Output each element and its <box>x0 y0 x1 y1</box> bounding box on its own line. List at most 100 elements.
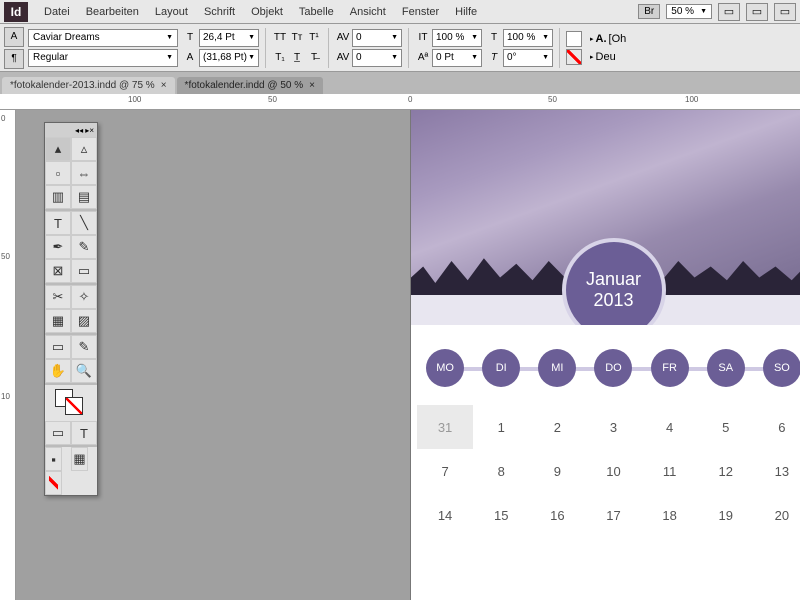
fill-stroke-swatches[interactable] <box>45 385 97 421</box>
baseline-field[interactable]: 0 Pt ▼ <box>432 49 482 67</box>
type-tool[interactable]: T <box>45 211 71 235</box>
scissors-tool[interactable]: ✂ <box>45 285 71 309</box>
strikethrough-icon[interactable]: T̶ <box>306 49 322 67</box>
format-text-icon[interactable]: T <box>71 421 97 445</box>
cal-cell: 15 <box>473 493 529 537</box>
stroke-color[interactable] <box>65 397 83 415</box>
stroke-swatch[interactable] <box>566 49 582 65</box>
ruler-mark: 10 <box>1 392 10 401</box>
font-family-select[interactable]: Caviar Dreams▼ <box>28 29 178 47</box>
tab-doc-2[interactable]: *fotokalender.indd @ 50 % × <box>177 77 323 94</box>
cal-cell: 6 <box>754 405 800 449</box>
calendar-grid: 31 1 2 3 4 5 6 7 8 9 10 11 12 13 14 15 1… <box>411 397 800 545</box>
menu-layout[interactable]: Layout <box>147 6 196 18</box>
leading-icon: A <box>182 49 198 67</box>
menu-schrift[interactable]: Schrift <box>196 6 243 18</box>
app-logo: Id <box>4 2 28 22</box>
photo-frame[interactable]: Januar 2013 <box>411 110 800 325</box>
rectangle-frame-tool[interactable]: ⊠ <box>45 259 71 283</box>
para-format-button[interactable]: ¶ <box>4 49 24 69</box>
control-bar: A ¶ Caviar Dreams▼ Regular▼ T 26,4 Pt▼ A… <box>0 24 800 72</box>
menu-bearbeiten[interactable]: Bearbeiten <box>78 6 147 18</box>
content-collector-tool[interactable]: ▥ <box>45 185 71 209</box>
allcaps-icon[interactable]: TT <box>272 29 288 47</box>
ruler-mark: 100 <box>128 95 141 104</box>
apply-none-icon[interactable] <box>45 471 62 495</box>
canvas[interactable]: ◂◂ ▸× ▴ ▵ ▫ ⇔ ▥ ▤ T ╲ ✒ ✎ ⊠ ▭ ✂ ✧ ▦ ▨ <box>16 110 800 600</box>
document-page[interactable]: Januar 2013 MO DI MI DO FR SA SO 31 1 2 … <box>411 110 800 600</box>
vscale-value: 100 % <box>436 32 464 43</box>
screen-mode-icon[interactable]: ▭ <box>746 3 768 21</box>
day-fr: FR <box>651 349 689 387</box>
line-tool[interactable]: ╲ <box>71 211 97 235</box>
charstyle-icon[interactable]: A. <box>596 33 607 45</box>
fill-swatch[interactable] <box>566 31 582 47</box>
gradient-tool[interactable]: ▦ <box>45 309 71 333</box>
pen-tool[interactable]: ✒ <box>45 235 71 259</box>
vscale-icon: IT <box>415 29 431 47</box>
zoom-tool[interactable]: 🔍 <box>71 359 97 383</box>
gap-tool[interactable]: ⇔ <box>71 161 97 185</box>
tab-doc-1[interactable]: *fotokalender-2013.indd @ 75 %× <box>2 77 175 94</box>
view-mode-icon[interactable]: ▭ <box>718 3 740 21</box>
subscript-icon[interactable]: T₁ <box>272 49 288 67</box>
leading-field[interactable]: (31,68 Pt)▼ <box>199 49 259 67</box>
tracking-field[interactable]: 0▼ <box>352 49 402 67</box>
menu-datei[interactable]: Datei <box>36 6 78 18</box>
vscale-field[interactable]: 100 %▼ <box>432 29 482 47</box>
apply-gradient-icon[interactable]: ▦ <box>71 447 88 471</box>
apply-color-icon[interactable]: ▪ <box>45 447 62 471</box>
arrange-icon[interactable]: ▭ <box>774 3 796 21</box>
ruler-horizontal[interactable]: 100 50 0 50 100 <box>0 94 800 110</box>
font-style-select[interactable]: Regular▼ <box>28 49 178 67</box>
selection-tool[interactable]: ▴ <box>45 137 71 161</box>
font-size-value: 26,4 Pt <box>203 32 235 43</box>
gradient-feather-tool[interactable]: ▨ <box>71 309 97 333</box>
cal-cell: 3 <box>585 405 641 449</box>
chevron-down-icon: ▼ <box>542 34 549 41</box>
free-transform-tool[interactable]: ✧ <box>71 285 97 309</box>
bridge-icon[interactable]: Br <box>638 4 660 19</box>
underline-icon[interactable]: T̲ <box>289 49 305 67</box>
char-format-button[interactable]: A <box>4 27 24 47</box>
menu-objekt[interactable]: Objekt <box>243 6 291 18</box>
format-container-icon[interactable]: ▭ <box>45 421 71 445</box>
chevron-down-icon: ▼ <box>391 34 398 41</box>
zoom-select[interactable]: 50 %▼ <box>666 4 712 19</box>
cal-cell: 1 <box>473 405 529 449</box>
page-tool[interactable]: ▫ <box>45 161 71 185</box>
hand-tool[interactable]: ✋ <box>45 359 71 383</box>
close-icon[interactable]: × <box>161 80 167 91</box>
rectangle-tool[interactable]: ▭ <box>71 259 97 283</box>
menu-hilfe[interactable]: Hilfe <box>447 6 485 18</box>
ruler-vertical[interactable]: 0 50 10 <box>0 110 16 600</box>
menu-ansicht[interactable]: Ansicht <box>342 6 394 18</box>
cal-cell: 9 <box>529 449 585 493</box>
tracking-value: 0 <box>356 52 362 63</box>
menu-fenster[interactable]: Fenster <box>394 6 447 18</box>
menu-tabelle[interactable]: Tabelle <box>291 6 342 18</box>
font-size-field[interactable]: 26,4 Pt▼ <box>199 29 259 47</box>
smallcaps-icon[interactable]: Tᴛ <box>289 29 305 47</box>
eyedropper-tool[interactable]: ✎ <box>71 335 97 359</box>
pencil-tool[interactable]: ✎ <box>71 235 97 259</box>
tracking-icon: AV <box>335 49 351 67</box>
kerning-value: 0 <box>356 32 362 43</box>
content-placer-tool[interactable]: ▤ <box>71 185 97 209</box>
note-tool[interactable]: ▭ <box>45 335 71 359</box>
hscale-icon: T <box>486 29 502 47</box>
close-icon[interactable]: × <box>309 80 315 91</box>
day-sa: SA <box>707 349 745 387</box>
skew-field[interactable]: 0°▼ <box>503 49 553 67</box>
hscale-field[interactable]: 100 %▼ <box>503 29 553 47</box>
chevron-down-icon: ▼ <box>471 54 478 61</box>
superscript-icon[interactable]: T¹ <box>306 29 322 47</box>
kerning-field[interactable]: 0▼ <box>352 29 402 47</box>
direct-selection-tool[interactable]: ▵ <box>71 137 97 161</box>
cal-cell: 5 <box>698 405 754 449</box>
tab-label: *fotokalender.indd @ 50 % <box>185 80 304 91</box>
weekday-header: MO DI MI DO FR SA SO <box>411 325 800 397</box>
baseline-value: 0 Pt <box>436 52 454 63</box>
cal-cell: 7 <box>417 449 473 493</box>
panel-header[interactable]: ◂◂ ▸× <box>45 123 97 137</box>
